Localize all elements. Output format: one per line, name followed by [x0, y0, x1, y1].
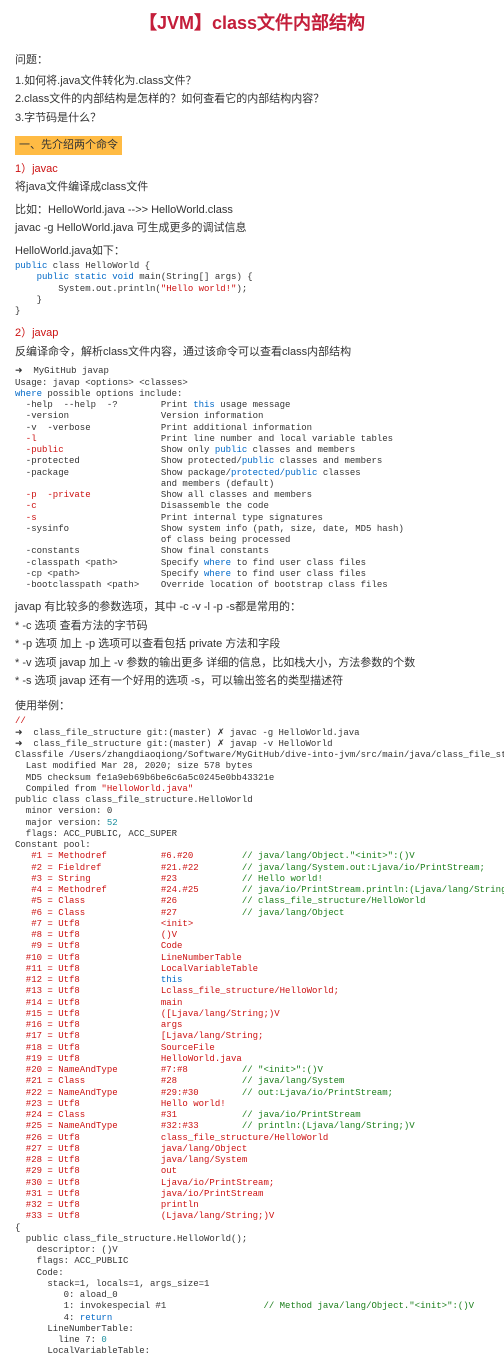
notes-3: * -p 选项 加上 -p 选项可以查看包括 private 方法和字段	[15, 636, 489, 653]
javac-desc-1: 将java文件编译成class文件	[15, 179, 489, 196]
questions-heading: 问题：	[15, 52, 489, 69]
javac-desc-3: javac -g HelloWorld.java 可生成更多的调试信息	[15, 220, 489, 237]
notes-2: * -c 选项 查看方法的字节码	[15, 618, 489, 635]
javap-desc: 反编译命令，解析class文件内容，通过该命令可以查看class内部结构	[15, 344, 489, 361]
notes-4: * -v 选项 javap 加上 -v 参数的输出更多 详细的信息，比如栈大小，…	[15, 655, 489, 672]
page-title: 【JVM】class文件内部结构	[15, 10, 489, 37]
helloworld-source: public class HelloWorld { public static …	[15, 261, 489, 317]
question-3: 3.字节码是什么？	[15, 110, 489, 127]
notes-5: * -s 选项 javap 还有一个好用的选项 -s，可以输出签名的类型描述符	[15, 673, 489, 690]
notes-1: javap 有比较多的参数选项，其中 -c -v -l -p -s都是常用的：	[15, 599, 489, 616]
section-1-heading: 一、先介绍两个命令	[15, 136, 122, 155]
javap-output: ➜ class_file_structure git:(master) ✗ ja…	[15, 728, 489, 1358]
javac-desc-2: 比如：HelloWorld.java -->> HelloWorld.class	[15, 202, 489, 219]
usage-heading: 使用举例：	[15, 698, 489, 715]
javap-heading: 2）javap	[15, 325, 489, 342]
javap-options: ➜ MyGitHub javap Usage: javap <options> …	[15, 366, 489, 591]
javac-desc-4: HelloWorld.java如下：	[15, 243, 489, 260]
question-1: 1.如何将.java文件转化为.class文件？	[15, 73, 489, 90]
question-2: 2.class文件的内部结构是怎样的？如何查看它的内部结构内容？	[15, 91, 489, 108]
javac-heading: 1）javac	[15, 161, 489, 178]
percent-sign: //	[15, 716, 489, 727]
